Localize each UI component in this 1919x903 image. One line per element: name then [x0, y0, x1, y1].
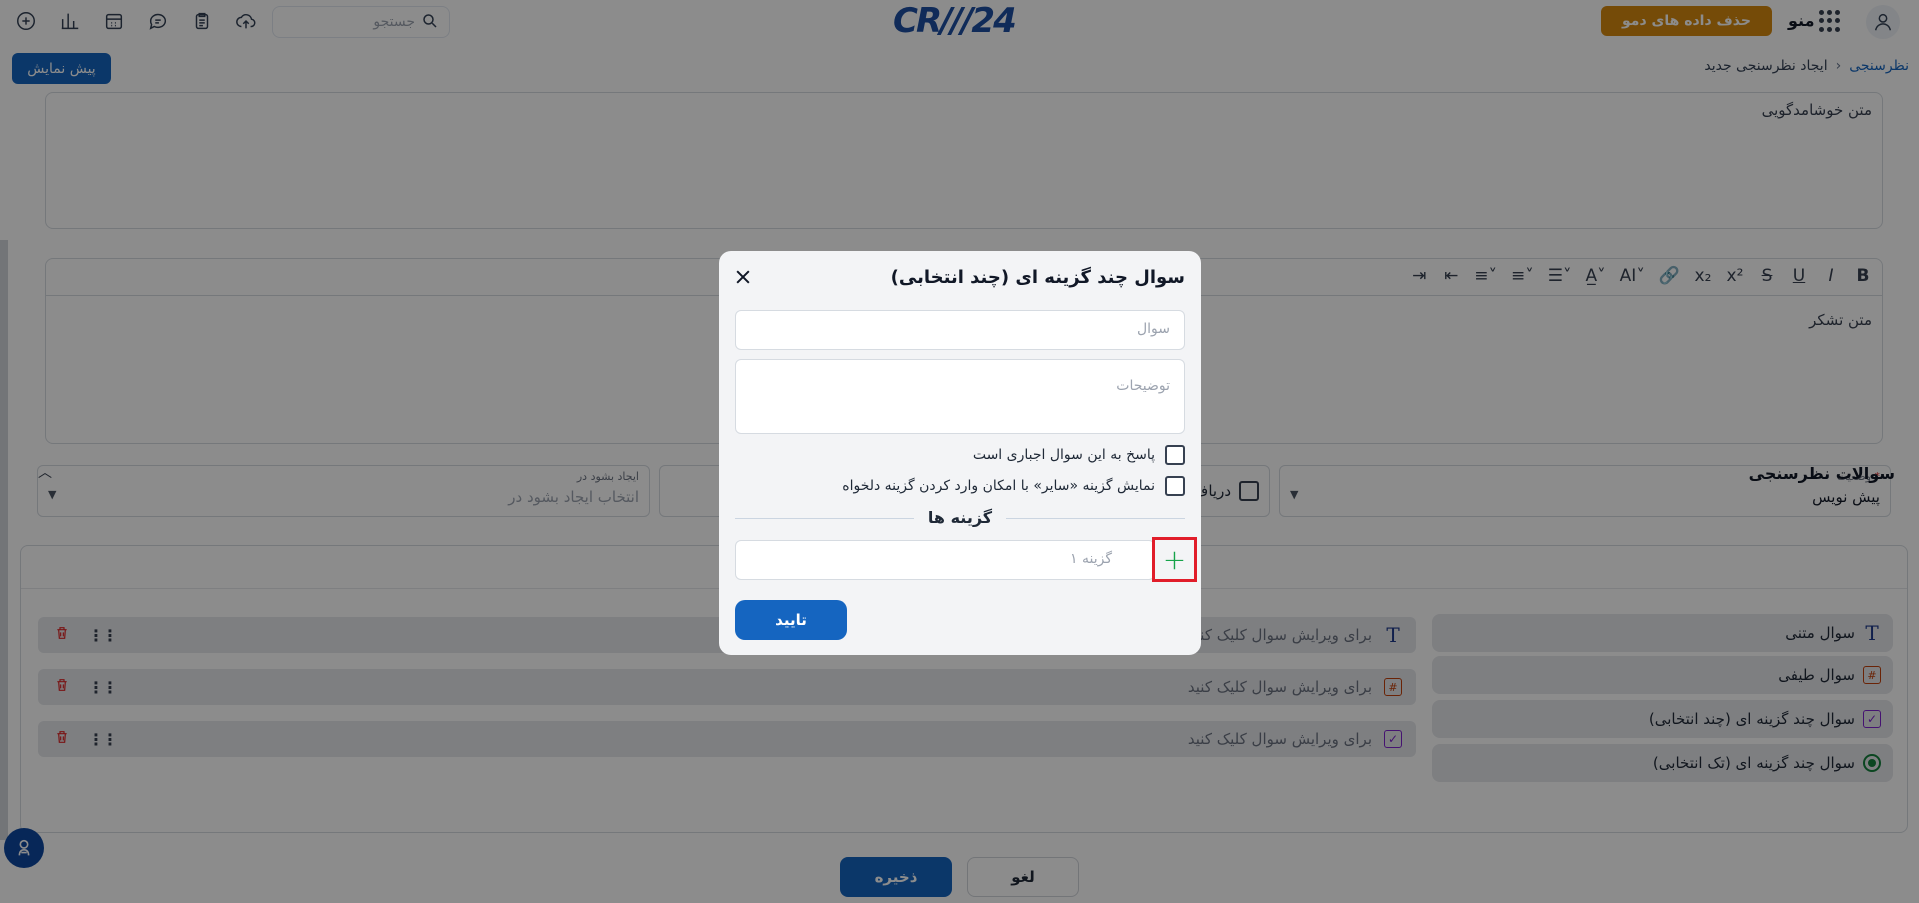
- option-1-input[interactable]: گزینه ۱: [735, 540, 1155, 580]
- close-icon[interactable]: [733, 267, 755, 289]
- modal-title: سوال چند گزینه ای (چند انتخابی): [890, 267, 1185, 288]
- description-placeholder: توضیحات: [1116, 378, 1170, 394]
- add-option-button[interactable]: +: [1152, 537, 1197, 582]
- multi-choice-question-modal: سوال چند گزینه ای (چند انتخابی) سوال توض…: [719, 251, 1201, 655]
- description-textarea[interactable]: توضیحات: [735, 359, 1185, 434]
- other-option-checkbox[interactable]: [1165, 476, 1185, 496]
- option-1-placeholder: گزینه ۱: [1070, 551, 1112, 567]
- required-checkbox-label: پاسخ به این سوال اجباری است: [972, 447, 1155, 463]
- other-option-checkbox-label: نمایش گزینه «سایر» با امکان وارد کردن گز…: [842, 478, 1155, 494]
- other-option-checkbox-row[interactable]: نمایش گزینه «سایر» با امکان وارد کردن گز…: [842, 476, 1185, 496]
- confirm-button[interactable]: تایید: [735, 600, 847, 640]
- required-checkbox[interactable]: [1165, 445, 1185, 465]
- plus-icon: +: [1162, 542, 1187, 576]
- question-placeholder: سوال: [1136, 321, 1170, 337]
- required-checkbox-row[interactable]: پاسخ به این سوال اجباری است: [973, 445, 1185, 465]
- options-heading: گزینه ها: [719, 508, 1201, 527]
- question-input[interactable]: سوال: [735, 310, 1185, 350]
